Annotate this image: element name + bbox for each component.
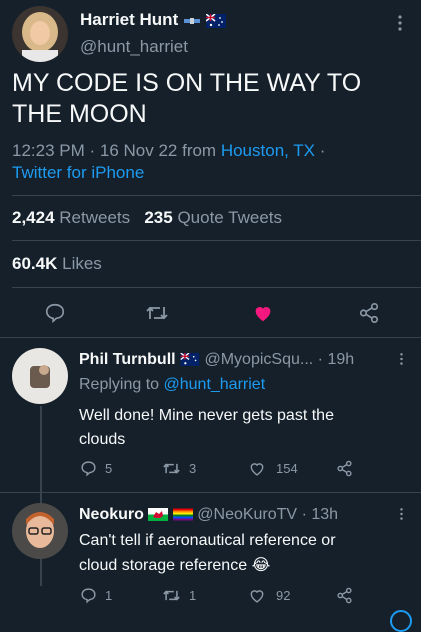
reply-text-line: clouds bbox=[79, 431, 126, 448]
rainbow-flag-icon bbox=[172, 508, 193, 521]
tweet-location[interactable]: Houston, TX bbox=[221, 141, 315, 160]
retweet-count: 3 bbox=[189, 461, 197, 476]
likes-stat[interactable]: 60.4K Likes bbox=[12, 254, 102, 274]
reply-avatar[interactable] bbox=[12, 348, 68, 404]
like-icon bbox=[248, 587, 266, 604]
divider bbox=[0, 337, 421, 338]
share-icon[interactable] bbox=[358, 302, 380, 324]
reply-header: Neokuro @NeoKuroTV · 13h bbox=[79, 505, 338, 525]
author-name[interactable]: Harriet Hunt bbox=[80, 10, 178, 29]
like-count: 92 bbox=[276, 588, 291, 603]
reply-text-line: cloud storage reference bbox=[79, 557, 248, 574]
reply-avatar[interactable] bbox=[12, 503, 68, 559]
reply-action-reply[interactable]: 1 bbox=[80, 587, 112, 604]
author-name-row[interactable]: Harriet Hunt bbox=[80, 10, 226, 30]
author-handle[interactable]: @hunt_harriet bbox=[80, 37, 188, 57]
thread-line bbox=[40, 406, 42, 586]
divider bbox=[12, 240, 421, 241]
reply-header: Phil Turnbull @MyopicSqu... · 19h bbox=[79, 350, 354, 370]
compose-button[interactable] bbox=[390, 610, 412, 632]
divider bbox=[12, 195, 421, 196]
likes-label: Likes bbox=[62, 254, 102, 273]
reply-action-like[interactable]: 154 bbox=[248, 460, 298, 477]
reply-author-name[interactable]: Phil Turnbull bbox=[79, 351, 176, 368]
separator-dot: · bbox=[319, 141, 326, 160]
reply-author-handle[interactable]: @NeoKuroTV bbox=[197, 506, 297, 523]
retweets-stat[interactable]: 2,424 Retweets bbox=[12, 208, 130, 227]
reply-action-reply[interactable]: 5 bbox=[80, 460, 112, 477]
reply-author-name[interactable]: Neokuro bbox=[79, 506, 144, 523]
reply-author-handle[interactable]: @MyopicSqu... bbox=[204, 351, 313, 368]
retweets-label: Retweets bbox=[59, 208, 131, 227]
quotes-stat[interactable]: 235 Quote Tweets bbox=[144, 208, 282, 227]
retweet-icon bbox=[162, 587, 181, 604]
reply-text: Well done! Mine never gets past the clou… bbox=[79, 404, 414, 452]
retweet-icon bbox=[162, 460, 181, 477]
likes-count: 60.4K bbox=[12, 254, 58, 273]
retweet-count: 1 bbox=[189, 588, 197, 603]
reply-action-like[interactable]: 92 bbox=[248, 587, 290, 604]
reply-time[interactable]: · 13h bbox=[302, 506, 338, 523]
reply-icon bbox=[80, 460, 97, 477]
engagement-retweets-row: 2,424 Retweets 235 Quote Tweets bbox=[12, 208, 282, 228]
like-icon[interactable] bbox=[252, 302, 274, 324]
tweet-meta: 12:23 PM · 16 Nov 22 from Houston, TX · bbox=[12, 138, 325, 163]
reply-action-retweet[interactable]: 1 bbox=[162, 587, 196, 604]
share-icon[interactable] bbox=[336, 587, 353, 604]
replying-to-handle[interactable]: @hunt_harriet bbox=[164, 376, 266, 393]
reply-count: 5 bbox=[105, 461, 113, 476]
share-icon[interactable] bbox=[336, 460, 353, 477]
wales-flag-icon bbox=[148, 508, 169, 522]
reply-text-line: Well done! Mine never gets past the bbox=[79, 407, 334, 424]
divider bbox=[0, 492, 421, 493]
author-avatar[interactable] bbox=[12, 6, 68, 62]
retweet-icon[interactable] bbox=[145, 302, 169, 324]
laughing-emoji-icon: 😂 bbox=[251, 557, 271, 574]
australia-flag-icon bbox=[180, 353, 200, 367]
tweet-timestamp[interactable]: 12:23 PM · 16 Nov 22 from bbox=[12, 141, 216, 160]
more-icon[interactable] bbox=[399, 507, 404, 521]
like-count: 154 bbox=[276, 461, 298, 476]
quotes-count: 235 bbox=[144, 208, 173, 227]
reply-icon bbox=[80, 587, 97, 604]
more-icon[interactable] bbox=[397, 14, 403, 32]
retweets-count: 2,424 bbox=[12, 208, 55, 227]
reply-time[interactable]: · 19h bbox=[318, 351, 354, 368]
tweet-source[interactable]: Twitter for iPhone bbox=[12, 162, 144, 184]
reply-text: Can't tell if aeronautical reference or … bbox=[79, 528, 414, 578]
divider bbox=[12, 287, 421, 288]
quotes-label: Quote Tweets bbox=[177, 208, 283, 227]
reply-icon[interactable] bbox=[44, 302, 66, 324]
tweet-text: MY CODE IS ON THE WAY TO THE MOON bbox=[12, 68, 417, 130]
reply-count: 1 bbox=[105, 588, 113, 603]
satellite-icon bbox=[183, 14, 201, 28]
like-icon bbox=[248, 460, 266, 477]
replying-prefix: Replying to bbox=[79, 376, 160, 393]
more-icon[interactable] bbox=[399, 352, 404, 366]
reply-action-retweet[interactable]: 3 bbox=[162, 460, 196, 477]
australia-flag-icon bbox=[205, 13, 226, 28]
tweet-text-line: MY CODE IS ON THE WAY TO bbox=[12, 69, 362, 97]
reply-text-line: Can't tell if aeronautical reference or bbox=[79, 532, 336, 549]
tweet-text-line: THE MOON bbox=[12, 100, 147, 128]
replying-to: Replying to @hunt_harriet bbox=[79, 376, 265, 394]
